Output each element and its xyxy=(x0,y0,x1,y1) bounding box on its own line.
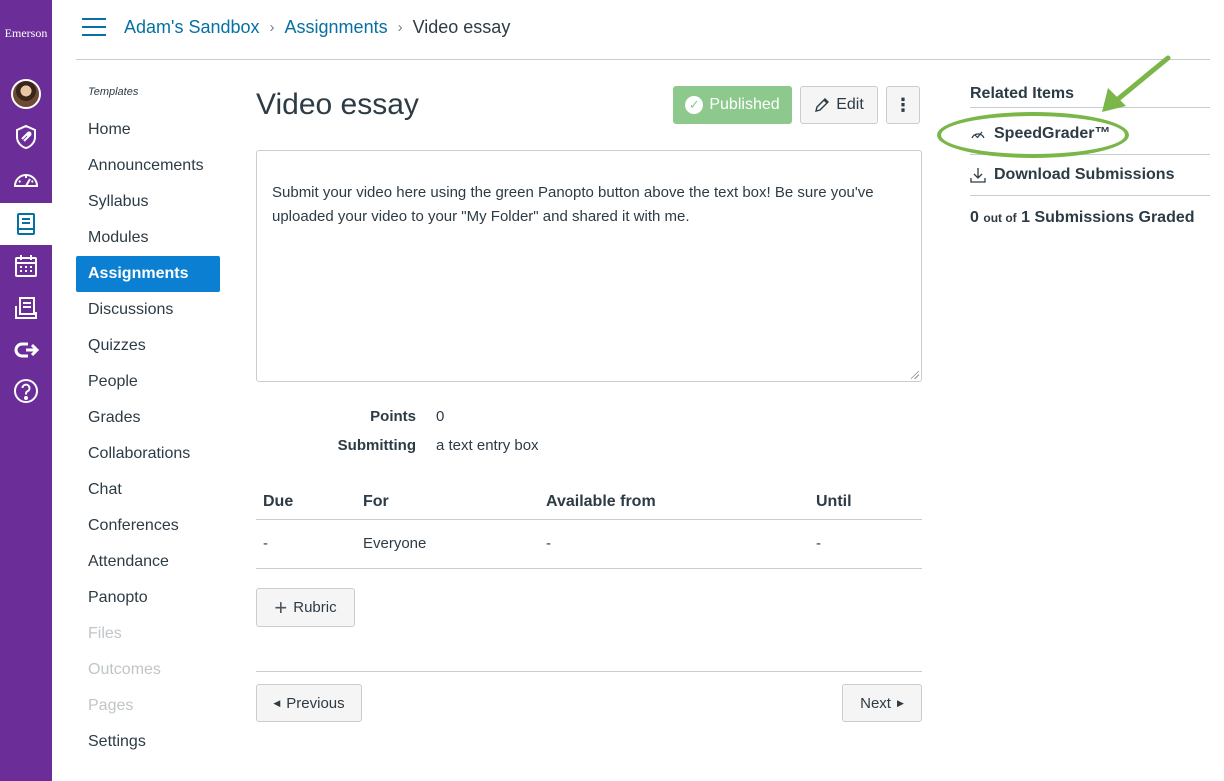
breadcrumb: Adam's Sandbox › Assignments › Video ess… xyxy=(124,17,510,38)
description-text: Submit your video here using the green P… xyxy=(272,184,874,225)
course-nav-quizzes[interactable]: Quizzes xyxy=(76,328,220,364)
rubric-label: Rubric xyxy=(293,599,337,616)
course-nav-discussions[interactable]: Discussions xyxy=(76,292,220,328)
submitting-value: a text entry box xyxy=(436,437,539,454)
page-header: Adam's Sandbox › Assignments › Video ess… xyxy=(76,0,1210,60)
pencil-icon xyxy=(815,98,830,112)
calendar-icon[interactable] xyxy=(0,245,52,287)
global-nav: Emerson xyxy=(0,0,52,781)
course-nav-announcements[interactable]: Announcements xyxy=(76,148,220,184)
plus-icon: + xyxy=(274,594,288,620)
course-nav-outcomes[interactable]: Outcomes xyxy=(76,652,220,688)
points-value: 0 xyxy=(436,408,445,425)
course-nav-settings[interactable]: Settings xyxy=(76,724,220,760)
inbox-icon[interactable] xyxy=(0,287,52,329)
until-cell: - xyxy=(816,535,821,552)
table-header-row: Due For Available from Until xyxy=(256,484,922,520)
previous-button[interactable]: ◀ Previous xyxy=(256,684,362,722)
divider xyxy=(970,154,1210,155)
shield-badge-icon[interactable] xyxy=(0,116,52,158)
course-nav-conferences[interactable]: Conferences xyxy=(76,508,220,544)
for-cell: Everyone xyxy=(363,535,427,552)
brand-logo[interactable]: Emerson xyxy=(0,26,52,41)
next-button[interactable]: Next ▶ xyxy=(842,684,922,722)
submissions-graded-status: 0 out of 1 Submissions Graded xyxy=(970,209,1195,227)
available-from-cell: - xyxy=(546,535,551,552)
kebab-menu-icon: ⋮ xyxy=(894,94,912,115)
submitting-label: Submitting xyxy=(337,437,416,454)
points-label: Points xyxy=(370,408,416,425)
course-nav-attendance[interactable]: Attendance xyxy=(76,544,220,580)
column-header-until: Until xyxy=(816,493,852,510)
commons-arrow-icon[interactable] xyxy=(0,329,52,371)
course-nav-people[interactable]: People xyxy=(76,364,220,400)
chevron-right-icon: › xyxy=(269,19,275,36)
edit-button[interactable]: Edit xyxy=(800,86,878,124)
graded-count: 0 xyxy=(970,209,979,226)
next-label: Next xyxy=(860,694,891,712)
graded-out-of: out of xyxy=(983,211,1017,225)
help-icon[interactable] xyxy=(0,370,52,412)
speedgrader-icon xyxy=(971,131,985,139)
add-rubric-button[interactable]: + Rubric xyxy=(256,588,355,627)
previous-label: Previous xyxy=(286,694,345,712)
column-header-available-from: Available from xyxy=(546,493,656,510)
course-nav-syllabus[interactable]: Syllabus xyxy=(76,184,220,220)
course-nav-collaborations[interactable]: Collaborations xyxy=(76,436,220,472)
caret-left-icon: ◀ xyxy=(273,697,281,708)
more-options-button[interactable]: ⋮ xyxy=(886,86,920,124)
divider xyxy=(970,195,1210,196)
due-dates-table: Due For Available from Until - Everyone … xyxy=(256,484,922,569)
caret-right-icon: ▶ xyxy=(896,697,904,708)
course-nav-chat[interactable]: Chat xyxy=(76,472,220,508)
download-icon xyxy=(970,168,986,183)
speedgrader-link[interactable]: SpeedGrader™ xyxy=(970,125,1110,143)
table-row: - Everyone - - xyxy=(256,520,922,569)
download-submissions-link[interactable]: Download Submissions xyxy=(970,166,1174,184)
related-items-title: Related Items xyxy=(970,85,1075,102)
course-nav-pages[interactable]: Pages xyxy=(76,688,220,724)
published-label: Published xyxy=(709,96,780,113)
graded-total: 1 Submissions Graded xyxy=(1021,209,1195,226)
account-avatar[interactable] xyxy=(0,73,52,115)
column-header-for: For xyxy=(363,493,389,510)
chevron-right-icon: › xyxy=(397,19,403,36)
breadcrumb-assignments-link[interactable]: Assignments xyxy=(285,17,388,38)
divider xyxy=(256,671,922,672)
download-submissions-label: Download Submissions xyxy=(994,166,1175,183)
user-avatar xyxy=(11,79,41,109)
divider xyxy=(970,107,1210,108)
course-nav-home[interactable]: Home xyxy=(76,112,220,148)
dashboard-gauge-icon[interactable] xyxy=(0,159,52,201)
breadcrumb-current: Video essay xyxy=(412,17,511,37)
templates-label: Templates xyxy=(88,86,139,98)
course-nav-modules[interactable]: Modules xyxy=(76,220,220,256)
assignment-description[interactable]: Submit your video here using the green P… xyxy=(256,150,922,382)
course-nav-assignments[interactable]: Assignments xyxy=(76,256,220,292)
edit-label: Edit xyxy=(836,96,864,113)
hamburger-menu-icon[interactable] xyxy=(82,18,106,38)
course-nav-panopto[interactable]: Panopto xyxy=(76,580,220,616)
published-button[interactable]: ✓ Published xyxy=(673,86,792,124)
column-header-due: Due xyxy=(263,493,294,510)
courses-book-icon[interactable] xyxy=(0,203,52,245)
page-title: Video essay xyxy=(256,88,419,121)
speedgrader-label: SpeedGrader™ xyxy=(994,125,1111,142)
course-nav-files[interactable]: Files xyxy=(76,616,220,652)
breadcrumb-course-link[interactable]: Adam's Sandbox xyxy=(124,17,260,38)
course-nav-grades[interactable]: Grades xyxy=(76,400,220,436)
checkmark-icon: ✓ xyxy=(685,96,704,114)
due-cell: - xyxy=(263,535,268,552)
resize-grip-icon[interactable] xyxy=(911,371,919,379)
